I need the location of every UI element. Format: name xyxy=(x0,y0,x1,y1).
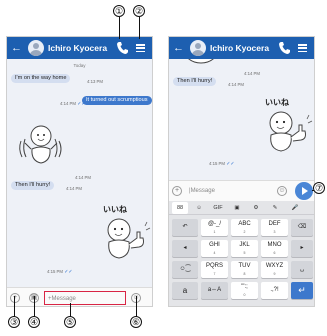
key-3[interactable]: DEF 3 xyxy=(261,219,288,236)
thumbs-up-character-sticker xyxy=(269,111,313,152)
message-bubble-incoming[interactable]: Then I'll hurry! xyxy=(173,77,217,86)
microphone-icon[interactable]: 🎤 xyxy=(287,202,303,214)
back-arrow-icon[interactable]: ← xyxy=(11,40,22,56)
contact-name[interactable]: Ichiro Kyocera xyxy=(48,37,107,59)
send-button[interactable] xyxy=(295,182,313,200)
message-composer: + ▣ +Message ☺ xyxy=(7,287,152,306)
handwriting-icon[interactable]: ✎ xyxy=(267,202,283,214)
message-input[interactable]: +Message xyxy=(44,291,126,305)
message-list[interactable]: 4:14 PM Then I'll hurry! 4:14 PM いいね 4:1… xyxy=(169,59,314,180)
callout-5: ⑤ xyxy=(64,316,76,328)
message-bubble-incoming[interactable]: Then I'll hurry! xyxy=(11,181,55,190)
message-bubble-outgoing[interactable]: It turned out scrumptious xyxy=(82,96,152,105)
callout-4: ④ xyxy=(28,316,40,328)
screen-2-typing: ← Ichiro Kyocera 4:14 PM Then I'll hurry… xyxy=(168,36,315,307)
screen-1-conversation: ← Ichiro Kyocera Today I'm on the way ho… xyxy=(6,36,153,307)
contact-avatar[interactable] xyxy=(28,40,44,56)
key-0[interactable]: '":; 0 xyxy=(231,282,258,299)
hamburger-menu-icon[interactable] xyxy=(136,44,145,53)
emoji-symbol-key[interactable]: ☺⁐ xyxy=(172,261,198,278)
message-time: 4:15 PM ✓✓ xyxy=(209,161,235,167)
app-bar: ← Ichiro Kyocera xyxy=(7,37,152,59)
callout-7: ⑦ xyxy=(313,182,325,194)
message-time: 4:14 PM xyxy=(75,175,92,180)
read-check-icon: ✓✓ xyxy=(64,269,73,275)
contact-avatar[interactable] xyxy=(190,40,206,56)
cursor-right-key[interactable]: ▸ xyxy=(291,240,313,257)
sticker-message-outgoing[interactable]: いいね xyxy=(261,97,313,157)
phone-icon[interactable] xyxy=(116,41,128,55)
read-check-icon: ✓✓ xyxy=(226,161,235,167)
message-time: 4:14 PM xyxy=(66,186,83,191)
key-8[interactable]: TUV 8 xyxy=(231,261,258,278)
callout-2: ② xyxy=(133,5,145,17)
date-divider: Today xyxy=(73,63,86,68)
smiley-icon[interactable]: ☺ xyxy=(277,186,287,196)
app-bar: ← Ichiro Kyocera xyxy=(169,37,314,59)
keyboard: 88 ☺ GIF ▣ ⚙ ✎ 🎤 ↶ @-_/1 ABC 2 DEF 3 ⌫ ◂ G… xyxy=(169,201,314,306)
settings-icon[interactable]: ⚙ xyxy=(248,202,264,214)
callout-leader xyxy=(139,17,140,39)
key-9[interactable]: WXYZ 9 xyxy=(261,261,288,278)
callout-leader xyxy=(34,296,35,318)
message-composer: + |Message ☺ xyxy=(169,180,314,201)
key-6[interactable]: MNO 6 xyxy=(261,240,288,257)
message-time: 4:13 PM xyxy=(87,79,104,84)
callout-leader xyxy=(136,296,137,318)
back-arrow-icon[interactable]: ← xyxy=(173,40,184,56)
contact-name[interactable]: Ichiro Kyocera xyxy=(210,37,269,59)
enter-key[interactable]: ↵ xyxy=(291,282,313,299)
sticker-partial xyxy=(188,59,214,64)
sticker-message-outgoing[interactable]: いいね xyxy=(99,204,151,264)
keypad-icon[interactable]: 88 xyxy=(172,202,188,214)
undo-key[interactable]: ↶ xyxy=(172,219,198,236)
waving-character-sticker xyxy=(19,125,62,164)
callout-1: ① xyxy=(113,5,125,17)
message-bubble-incoming[interactable]: I'm on the way home xyxy=(11,74,71,83)
key-7[interactable]: PQRS 7 xyxy=(201,261,228,278)
message-time: 4:14 PM xyxy=(244,71,261,76)
key-5[interactable]: JKL 5 xyxy=(231,240,258,257)
cursor-left-key[interactable]: ◂ xyxy=(172,240,198,257)
keyboard-toolbar: 88 ☺ GIF ▣ ⚙ ✎ 🎤 xyxy=(169,201,314,215)
emoji-icon[interactable]: ☺ xyxy=(191,202,207,214)
key-1[interactable]: @-_/1 xyxy=(201,219,228,236)
callout-3: ③ xyxy=(8,316,20,328)
punctuation-key[interactable]: .,?! xyxy=(261,282,288,299)
message-time: 4:14 PM xyxy=(228,82,245,87)
message-list[interactable]: Today I'm on the way home 4:13 PM 4:14 P… xyxy=(7,59,152,287)
callout-leader xyxy=(119,17,120,39)
clipboard-icon[interactable]: ▣ xyxy=(229,202,245,214)
key-2[interactable]: ABC 2 xyxy=(231,219,258,236)
sticker-caption: いいね xyxy=(103,204,127,214)
sticker-message-incoming[interactable] xyxy=(17,119,67,169)
space-key[interactable]: ␣ xyxy=(291,261,313,278)
key-4[interactable]: GHI 4 xyxy=(201,240,228,257)
callout-leader xyxy=(14,296,15,318)
phone-icon[interactable] xyxy=(278,41,290,55)
callout-6: ⑥ xyxy=(130,316,142,328)
plus-icon[interactable]: + xyxy=(10,293,20,303)
input-mode-key[interactable]: a xyxy=(172,282,198,299)
gif-icon[interactable]: GIF xyxy=(210,202,226,214)
case-toggle-key[interactable]: a⇔A xyxy=(201,282,228,299)
plus-icon[interactable]: + xyxy=(172,186,182,196)
sticker-caption: いいね xyxy=(265,97,289,107)
message-input[interactable]: |Message xyxy=(186,184,290,198)
hamburger-menu-icon[interactable] xyxy=(298,44,307,53)
thumbs-up-character-sticker xyxy=(107,218,151,259)
backspace-key[interactable]: ⌫ xyxy=(291,219,313,236)
message-time: 4:15 PM ✓✓ xyxy=(47,269,73,275)
